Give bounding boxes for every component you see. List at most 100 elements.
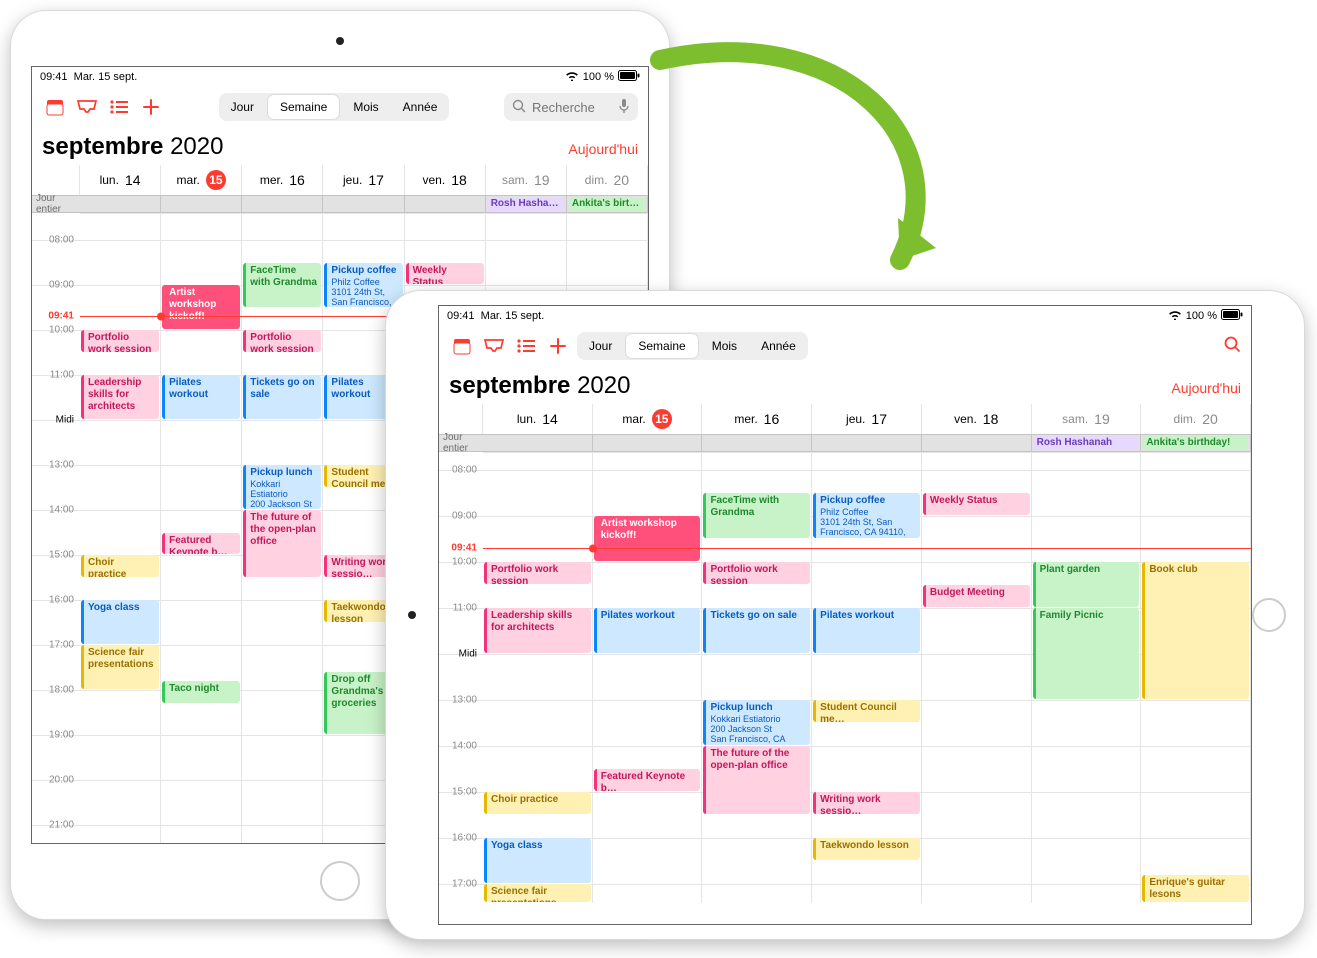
add-icon[interactable] — [138, 98, 164, 116]
inbox-icon[interactable] — [481, 338, 507, 354]
event[interactable]: Writing work sessio… — [813, 792, 920, 814]
calendar-icon[interactable] — [449, 336, 475, 356]
event[interactable]: The future of the open-plan office — [243, 510, 321, 577]
event[interactable]: Featured Keynote b… — [594, 769, 701, 791]
seg-year[interactable]: Année — [749, 332, 808, 360]
event[interactable]: FaceTime with Grandma — [243, 263, 321, 307]
event[interactable]: Pilates workout — [594, 608, 701, 653]
day-column[interactable]: Portfolio work session Leadership skills … — [80, 213, 161, 844]
event[interactable]: Portfolio work session — [703, 562, 810, 584]
day-column[interactable]: Pickup coffeePhilz Coffee3101 24th St, S… — [812, 452, 922, 903]
event[interactable]: Student Council me… — [813, 700, 920, 722]
seg-year[interactable]: Année — [391, 93, 450, 121]
event[interactable]: FaceTime with Grandma — [703, 493, 810, 538]
day-header[interactable]: sam.19 — [486, 165, 567, 195]
today-link[interactable]: Aujourd'hui — [568, 141, 638, 157]
event[interactable]: Science fair presentations — [81, 645, 159, 689]
event[interactable]: Choir practice — [81, 555, 159, 577]
day-column[interactable]: Book club Enrique's guitar lesons — [1141, 452, 1251, 903]
seg-month[interactable]: Mois — [341, 93, 390, 121]
day-column[interactable]: Artist workshop kickoff! Pilates workout F… — [161, 213, 242, 844]
event[interactable]: Enrique's guitar lesons — [1142, 875, 1249, 902]
event[interactable]: Leadership skills for architects — [81, 375, 159, 419]
event[interactable]: Leadership skills for architects — [484, 608, 591, 653]
day-column[interactable]: Plant gardenFamily Picnic — [1032, 452, 1142, 903]
day-header[interactable]: ven.18 — [405, 165, 486, 195]
allday-event[interactable]: Rosh Hashanah — [488, 197, 564, 211]
day-header[interactable]: jeu.17 — [812, 404, 922, 434]
event[interactable]: Taekwondo lesson — [813, 838, 920, 860]
seg-month[interactable]: Mois — [700, 332, 749, 360]
hour-label: 13:00 — [439, 695, 483, 706]
day-column[interactable]: Portfolio work session Leadership skills … — [483, 452, 593, 903]
event[interactable]: Book club — [1142, 562, 1249, 699]
day-header[interactable]: jeu.17 — [323, 165, 404, 195]
allday-event[interactable]: Rosh Hashanah — [1034, 436, 1139, 450]
home-button[interactable] — [1252, 598, 1286, 632]
event[interactable]: Portfolio work session — [484, 562, 591, 584]
event[interactable]: Tickets go on sale — [243, 375, 321, 419]
event[interactable]: Pickup lunchKokkari Estiatorio200 Jackso… — [703, 700, 810, 745]
list-icon[interactable] — [106, 99, 132, 115]
allday-event[interactable]: Ankita's birthday! — [569, 197, 645, 211]
toolbar: Jour Semaine Mois Année — [439, 326, 1251, 366]
event[interactable]: Pilates workout — [162, 375, 240, 419]
event[interactable]: Weekly Status — [406, 263, 484, 285]
week-grid[interactable]: 08:0009:0010:0011:00Midi13:0014:0015:001… — [439, 452, 1251, 903]
month-header: septembre 2020 Aujourd'hui — [439, 366, 1251, 404]
event[interactable]: The future of the open-plan office — [703, 746, 810, 814]
seg-week[interactable]: Semaine — [626, 334, 697, 358]
day-header[interactable]: mer.16 — [702, 404, 812, 434]
day-column[interactable]: Weekly Status Budget Meeting — [922, 452, 1032, 903]
event[interactable]: Taco night — [162, 681, 240, 703]
search-input[interactable] — [532, 100, 612, 115]
battery-text: 100 % — [1186, 310, 1217, 322]
inbox-icon[interactable] — [74, 99, 100, 115]
day-header[interactable]: mer.16 — [242, 165, 323, 195]
event[interactable]: Choir practice — [484, 792, 591, 814]
event[interactable]: Portfolio work session — [81, 330, 159, 352]
home-button[interactable] — [320, 861, 360, 901]
seg-week[interactable]: Semaine — [268, 95, 339, 119]
event[interactable]: Yoga class — [484, 838, 591, 883]
event[interactable]: Weekly Status — [923, 493, 1030, 515]
event[interactable]: Yoga class — [81, 600, 159, 644]
day-column[interactable]: FaceTime with Grandma Portfolio work sess… — [242, 213, 323, 844]
event[interactable]: Pilates workout — [813, 608, 920, 653]
list-icon[interactable] — [513, 338, 539, 354]
hour-label: 11:00 — [32, 370, 80, 381]
mic-icon[interactable] — [618, 98, 630, 117]
day-header[interactable]: lun.14 — [80, 165, 161, 195]
event[interactable]: Artist workshop kickoff! — [162, 285, 240, 329]
event[interactable]: Science fair presentations — [484, 884, 591, 901]
event[interactable]: Featured Keynote b… — [162, 533, 240, 555]
event[interactable]: Budget Meeting — [923, 585, 1030, 607]
event[interactable]: Pickup lunchKokkari Estiatorio200 Jackso… — [243, 465, 321, 509]
event[interactable]: Family Picnic — [1033, 608, 1140, 699]
day-header[interactable]: dim.20 — [1141, 404, 1251, 434]
event[interactable]: Portfolio work session — [243, 330, 321, 352]
event[interactable]: Plant garden — [1033, 562, 1140, 607]
day-header[interactable]: sam.19 — [1032, 404, 1142, 434]
day-header[interactable]: ven.18 — [922, 404, 1032, 434]
day-column[interactable]: FaceTime with Grandma Portfolio work sess… — [702, 452, 812, 903]
seg-day[interactable]: Jour — [577, 332, 624, 360]
today-link[interactable]: Aujourd'hui — [1171, 380, 1241, 396]
day-header[interactable]: lun.14 — [483, 404, 593, 434]
event[interactable]: Pickup coffeePhilz Coffee3101 24th St, S… — [813, 493, 920, 538]
day-header[interactable]: dim.20 — [567, 165, 648, 195]
day-column[interactable]: Artist workshop kickoff! Pilates workout F… — [593, 452, 703, 903]
allday-row: Jour entierRosh HashanahAnkita's birthda… — [439, 434, 1251, 452]
search-box[interactable] — [504, 93, 638, 121]
calendar-icon[interactable] — [42, 97, 68, 117]
day-header[interactable]: mar.15 — [593, 404, 703, 434]
event[interactable]: Tickets go on sale — [703, 608, 810, 653]
allday-event[interactable]: Ankita's birthday! — [1143, 436, 1248, 450]
search-icon[interactable] — [1223, 335, 1241, 358]
add-icon[interactable] — [545, 337, 571, 355]
day-header[interactable]: mar.15 — [161, 165, 242, 195]
status-date: Mar. 15 sept. — [481, 310, 545, 322]
seg-day[interactable]: Jour — [219, 93, 266, 121]
event[interactable]: Artist workshop kickoff! — [594, 516, 701, 561]
event[interactable]: Pickup coffeePhilz Coffee3101 24th St, S… — [324, 263, 402, 307]
